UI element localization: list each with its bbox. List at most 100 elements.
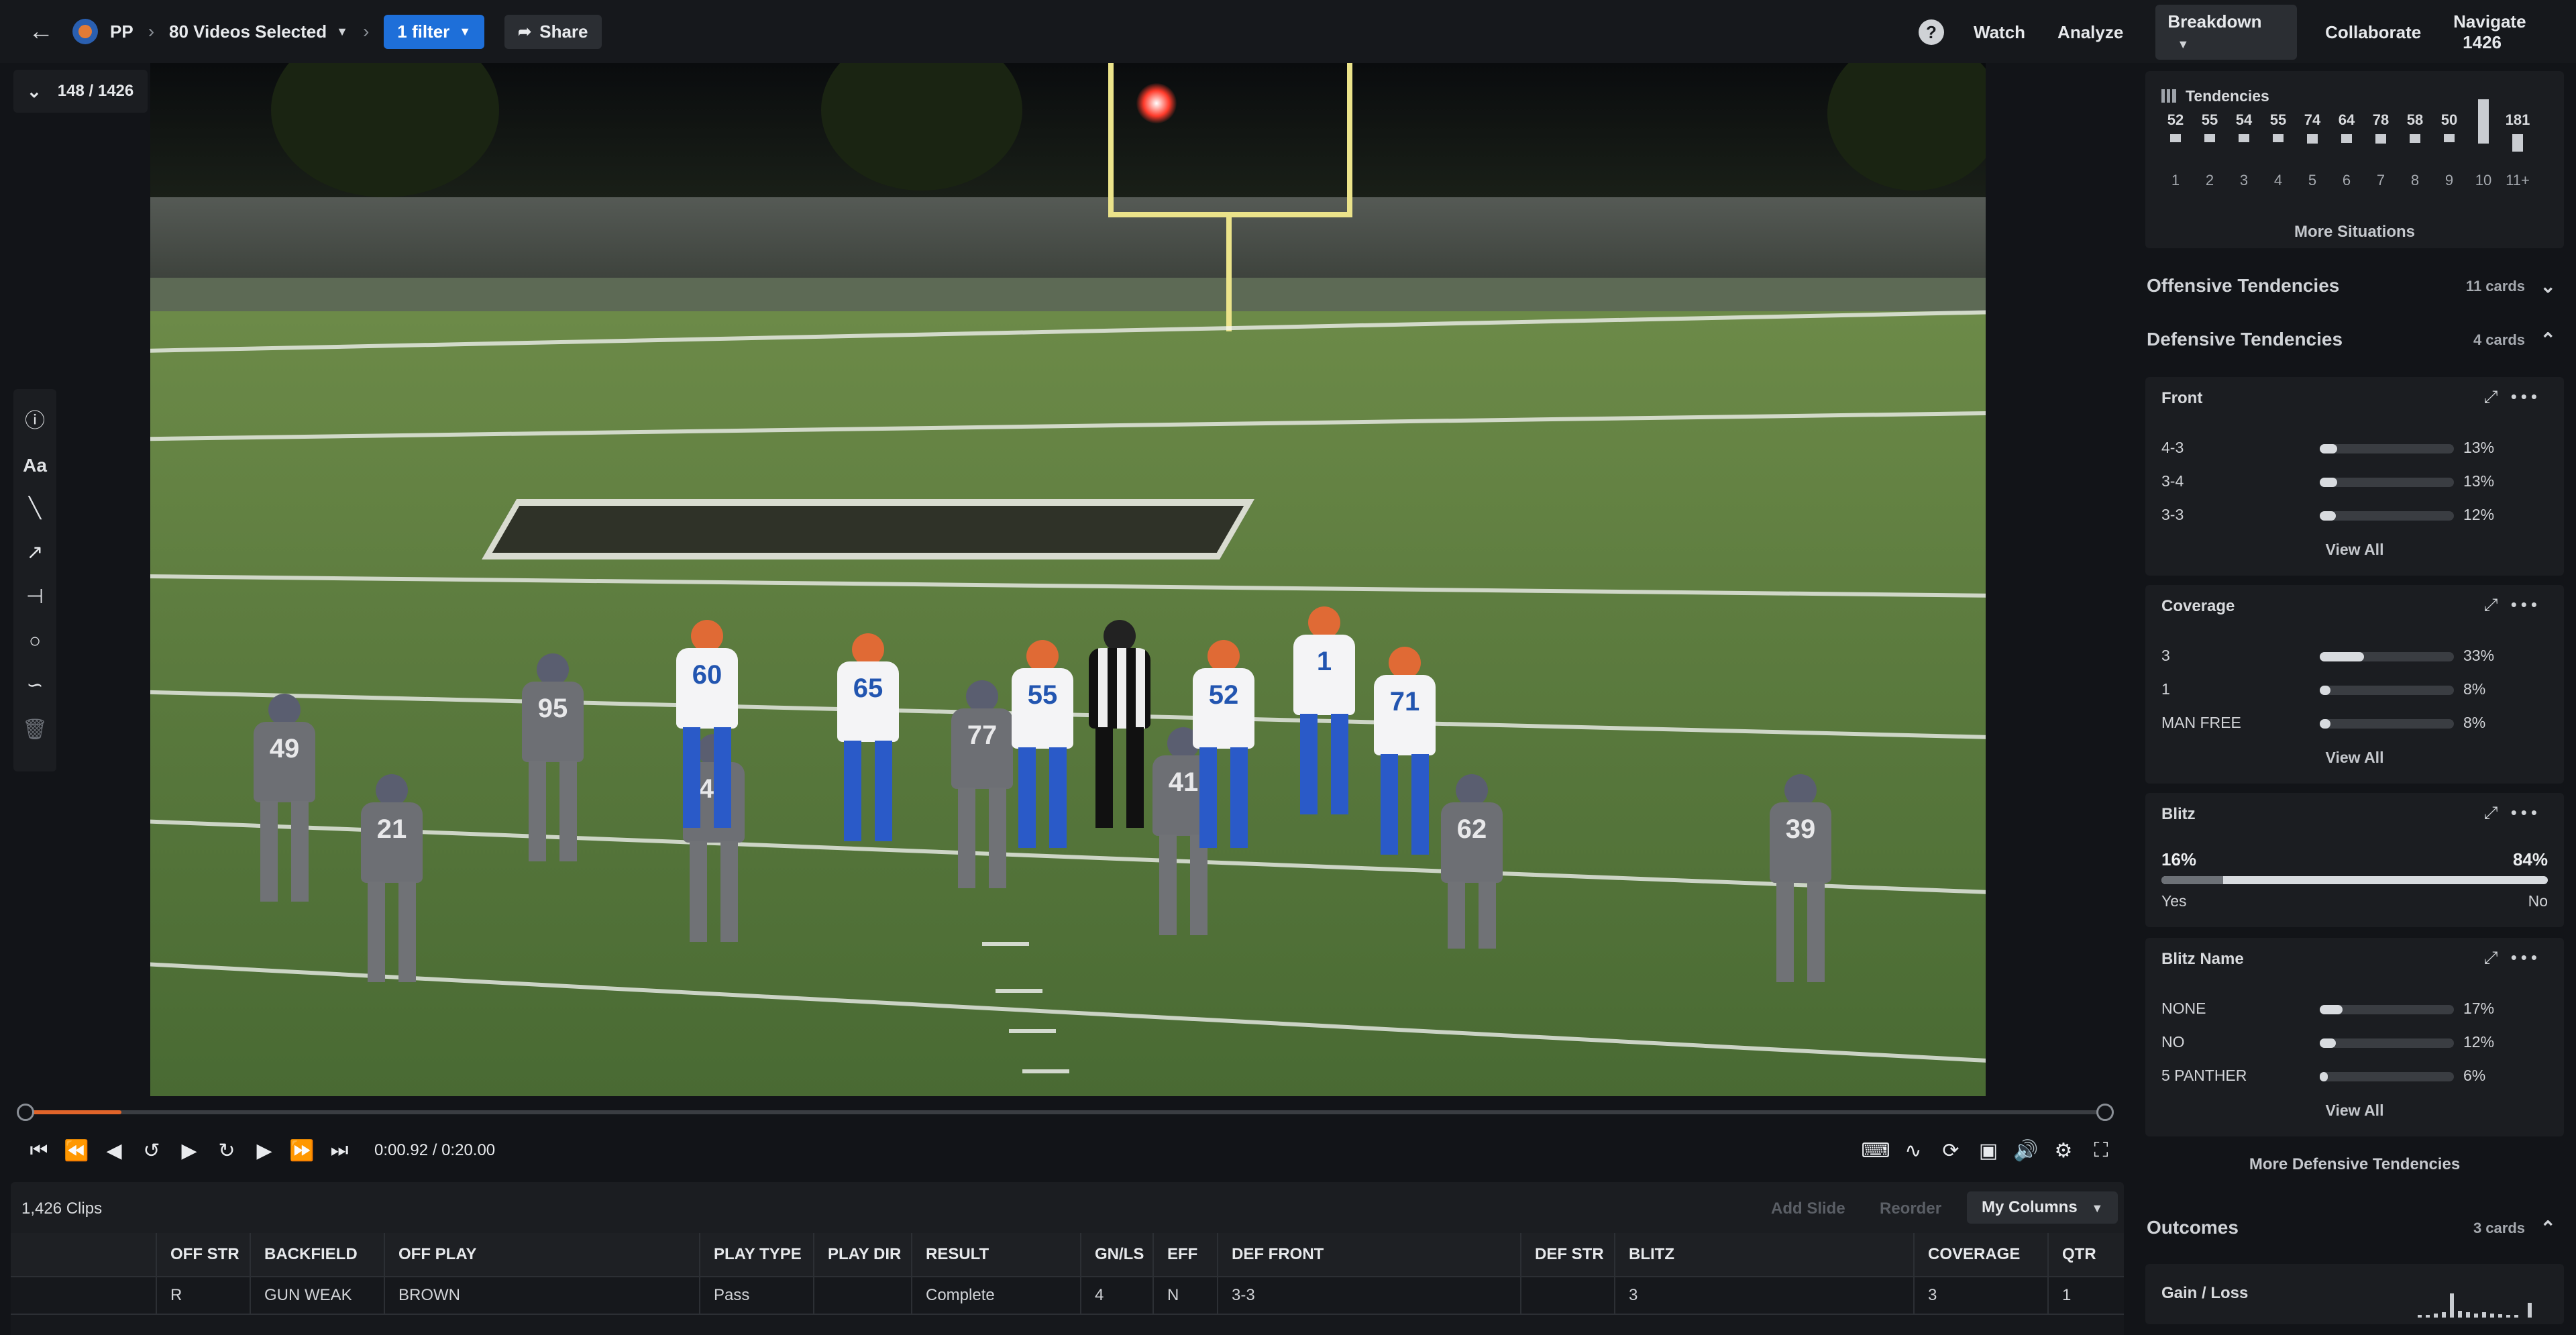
- down-column[interactable]: 74 5: [2296, 111, 2329, 189]
- expand-icon[interactable]: ⤢: [2484, 947, 2502, 967]
- column-header[interactable]: DEF STR: [1521, 1233, 1615, 1276]
- down-column[interactable]: 10: [2467, 99, 2500, 189]
- down-label: 7: [2376, 172, 2385, 189]
- column-header[interactable]: BACKFIELD: [251, 1233, 385, 1276]
- play-icon[interactable]: ▶: [170, 1139, 208, 1163]
- more-icon[interactable]: •••: [2511, 594, 2541, 615]
- down-column[interactable]: 55 4: [2261, 111, 2295, 189]
- back-arrow-icon[interactable]: ←: [28, 17, 54, 46]
- freehand-tool-icon[interactable]: ∽: [13, 667, 56, 704]
- stat-row[interactable]: 5 PANTHER 6%: [2161, 1067, 2551, 1087]
- down-column[interactable]: 50 9: [2432, 111, 2466, 189]
- offensive-tendencies-header[interactable]: Offensive Tendencies 11 cards ⌄: [2147, 275, 2563, 302]
- defensive-tendencies-header[interactable]: Defensive Tendencies 4 cards ⌃: [2147, 329, 2563, 356]
- more-defensive-tendencies-link[interactable]: More Defensive Tendencies: [2145, 1155, 2564, 1174]
- column-header[interactable]: EFF: [1154, 1233, 1218, 1276]
- loop-icon[interactable]: ⟳: [1932, 1139, 1970, 1163]
- line-tool-icon[interactable]: ╲: [13, 490, 56, 527]
- more-situations-link[interactable]: More Situations: [2145, 223, 2564, 242]
- column-header[interactable]: COVERAGE: [1915, 1233, 2049, 1276]
- expand-icon[interactable]: ⤢: [2484, 594, 2502, 615]
- outcomes-header[interactable]: Outcomes 3 cards ⌃: [2147, 1217, 2563, 1244]
- view-all-link[interactable]: View All: [2145, 749, 2564, 767]
- column-header[interactable]: DEF FRONT: [1218, 1233, 1521, 1276]
- down-column[interactable]: 55 2: [2193, 111, 2226, 189]
- stat-row[interactable]: 3-4 13%: [2161, 472, 2551, 492]
- down-column[interactable]: 52 1: [2159, 111, 2192, 189]
- more-icon[interactable]: •••: [2511, 947, 2541, 967]
- column-header[interactable]: BLITZ: [1615, 1233, 1915, 1276]
- rewind-icon[interactable]: ⏪: [58, 1139, 95, 1163]
- column-header[interactable]: OFF PLAY: [385, 1233, 700, 1276]
- gear-icon[interactable]: ⚙: [2045, 1139, 2082, 1163]
- column-header[interactable]: [11, 1233, 157, 1276]
- step-back-icon[interactable]: ◀: [95, 1139, 133, 1163]
- down-column[interactable]: 54 3: [2227, 111, 2261, 189]
- down-column[interactable]: 58 8: [2398, 111, 2432, 189]
- down-column[interactable]: 78 7: [2364, 111, 2398, 189]
- skip-to-end-icon[interactable]: ⏭: [321, 1139, 358, 1162]
- nav-watch[interactable]: Watch: [1974, 22, 2025, 43]
- video-player[interactable]: 49 21 95 44 77 41 62 39 60 65 55 52 1 71: [150, 63, 1986, 1096]
- volume-icon[interactable]: 🔊: [2007, 1139, 2045, 1163]
- reorder-button[interactable]: Reorder: [1880, 1199, 1941, 1218]
- skip-to-start-icon[interactable]: ⏮: [20, 1139, 58, 1162]
- stat-row[interactable]: 3 33%: [2161, 647, 2551, 667]
- table-row[interactable]: R GUN WEAK BROWN Pass Complete 4 N 3-3 3…: [11, 1277, 2124, 1315]
- player-home: 21: [345, 774, 439, 989]
- stat-row[interactable]: 1 8%: [2161, 680, 2551, 700]
- more-icon[interactable]: •••: [2511, 386, 2541, 407]
- player-away: 1: [1277, 606, 1371, 814]
- circle-tool-icon[interactable]: ○: [13, 623, 56, 660]
- column-header[interactable]: PLAY DIR: [814, 1233, 912, 1276]
- more-icon[interactable]: •••: [2511, 802, 2541, 822]
- stat-row[interactable]: 3-3 12%: [2161, 506, 2551, 526]
- replay-5-icon[interactable]: ↺: [133, 1139, 170, 1163]
- stat-row[interactable]: NO 12%: [2161, 1033, 2551, 1053]
- nav-navigate[interactable]: Navigate 1426: [2453, 11, 2576, 53]
- step-forward-icon[interactable]: ▶: [246, 1139, 283, 1163]
- fullscreen-icon[interactable]: ⛶: [2082, 1139, 2120, 1162]
- fast-forward-icon[interactable]: ⏩: [283, 1139, 321, 1163]
- column-header[interactable]: RESULT: [912, 1233, 1081, 1276]
- scrubber-start-handle[interactable]: [17, 1104, 34, 1121]
- view-all-link[interactable]: View All: [2145, 541, 2564, 559]
- videos-selected-dropdown[interactable]: 80 Videos Selected ▼: [169, 21, 348, 42]
- share-button[interactable]: ➦ Share: [504, 14, 602, 49]
- stat-row[interactable]: MAN FREE 8%: [2161, 714, 2551, 734]
- stat-row[interactable]: NONE 17%: [2161, 1000, 2551, 1020]
- stat-row[interactable]: 4-3 13%: [2161, 439, 2551, 459]
- team-logo[interactable]: [72, 19, 98, 44]
- blitz-bar[interactable]: [2161, 876, 2548, 884]
- clip-counter[interactable]: ⌄ 148 / 1426: [13, 70, 148, 113]
- stat-label: 3: [2161, 647, 2170, 664]
- forward-5-icon[interactable]: ↻: [208, 1139, 246, 1163]
- keyboard-icon[interactable]: ⌨: [1857, 1139, 1894, 1163]
- arrow-tool-icon[interactable]: ↗: [13, 534, 56, 572]
- info-icon[interactable]: ⓘ: [13, 403, 56, 440]
- nav-breakdown[interactable]: Breakdown ▼: [2155, 5, 2298, 60]
- help-icon[interactable]: ?: [1919, 19, 1944, 45]
- scrubber-end-handle[interactable]: [2096, 1104, 2114, 1121]
- expand-icon[interactable]: ⤢: [2484, 386, 2502, 407]
- add-slide-button[interactable]: Add Slide: [1771, 1199, 1845, 1218]
- view-all-link[interactable]: View All: [2145, 1102, 2564, 1120]
- t-line-tool-icon[interactable]: ⊣: [13, 578, 56, 616]
- trash-icon[interactable]: 🗑: [13, 711, 56, 749]
- single-clip-icon[interactable]: ▣: [1970, 1139, 2007, 1163]
- video-scrubber[interactable]: [17, 1104, 2114, 1121]
- text-tool-icon[interactable]: Aa: [13, 447, 56, 484]
- column-header[interactable]: OFF STR: [157, 1233, 251, 1276]
- speed-icon[interactable]: ∿: [1894, 1139, 1932, 1163]
- my-columns-button[interactable]: My Columns ▼: [1967, 1191, 2118, 1224]
- column-header[interactable]: GN/LS: [1081, 1233, 1154, 1276]
- down-column[interactable]: 64 6: [2330, 111, 2363, 189]
- filter-button[interactable]: 1 filter ▼: [384, 14, 485, 49]
- column-header[interactable]: QTR: [2049, 1233, 2124, 1276]
- down-column[interactable]: 181 11+: [2501, 111, 2534, 189]
- nav-collaborate[interactable]: Collaborate: [2325, 22, 2421, 43]
- nav-analyze[interactable]: Analyze: [2057, 22, 2123, 43]
- team-name[interactable]: PP: [110, 21, 133, 42]
- column-header[interactable]: PLAY TYPE: [700, 1233, 814, 1276]
- expand-icon[interactable]: ⤢: [2484, 802, 2502, 822]
